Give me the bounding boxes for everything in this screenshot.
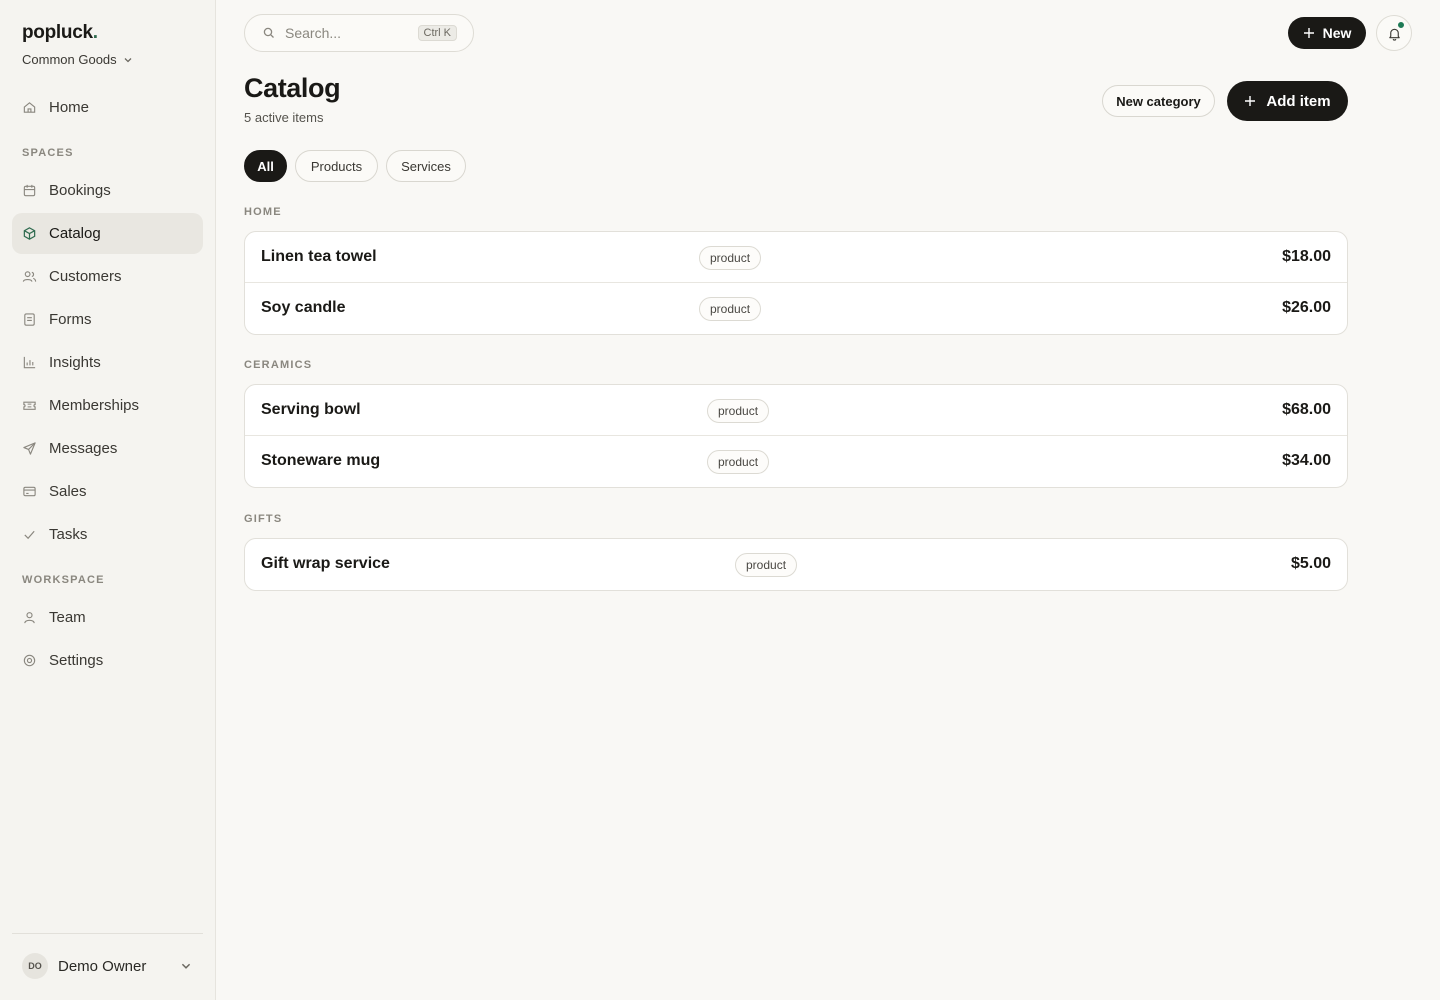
- brand-logo[interactable]: popluck.: [22, 22, 98, 44]
- sidebar-item-settings[interactable]: Settings: [12, 640, 203, 681]
- add-item-button[interactable]: Add item: [1227, 81, 1348, 121]
- group-label-ceramics: CERAMICS: [244, 359, 313, 371]
- workspace-switcher[interactable]: Common Goods: [22, 52, 133, 67]
- item-type-badge: product: [699, 246, 762, 270]
- item-type-badge: product: [735, 553, 798, 577]
- chart-icon: [22, 355, 37, 370]
- notifications-button[interactable]: [1376, 15, 1412, 51]
- avatar: DO: [22, 953, 48, 979]
- item-price: $18.00: [1282, 248, 1331, 265]
- item-name: Serving bowl: [261, 401, 361, 418]
- sidebar-item-label: Bookings: [49, 182, 111, 199]
- gear-icon: [22, 653, 37, 668]
- box-icon: [22, 226, 37, 241]
- shortcut-hint: Ctrl K: [417, 25, 457, 41]
- search-box[interactable]: Ctrl K: [244, 14, 474, 52]
- item-name: Soy candle: [261, 299, 346, 316]
- sidebar-item-home[interactable]: Home: [12, 87, 203, 128]
- table-row[interactable]: Soy candle product $26.00: [245, 283, 1347, 334]
- sidebar-item-label: Tasks: [49, 526, 88, 543]
- item-price: $68.00: [1282, 401, 1331, 418]
- chevron-down-icon: [181, 963, 191, 969]
- item-name: Stoneware mug: [261, 452, 381, 469]
- group-card-gifts: Gift wrap service product $5.00: [244, 538, 1348, 591]
- users-icon: [22, 269, 37, 284]
- form-icon: [22, 312, 37, 327]
- section-label-workspace: WORKSPACE: [22, 574, 105, 586]
- sidebar-item-messages[interactable]: Messages: [12, 428, 203, 469]
- group-card-ceramics: Serving bowl product $68.00 Stoneware mu…: [244, 384, 1348, 488]
- sidebar-item-team[interactable]: Team: [12, 597, 203, 638]
- filter-chip-services[interactable]: Services: [386, 150, 466, 182]
- new-button-label: New: [1322, 25, 1352, 41]
- group-label-gifts: GIFTS: [244, 513, 283, 525]
- table-row[interactable]: Linen tea towel product $18.00: [245, 232, 1347, 283]
- sidebar-item-label: Customers: [49, 268, 122, 285]
- calendar-icon: [22, 183, 37, 198]
- user-icon: [22, 610, 37, 625]
- table-row[interactable]: Serving bowl product $68.00: [245, 385, 1347, 436]
- check-icon: [22, 527, 37, 542]
- sidebar-item-sales[interactable]: Sales: [12, 471, 203, 512]
- item-type-badge: product: [699, 297, 762, 321]
- chevron-down-icon: [124, 57, 132, 62]
- workspace-name: Common Goods: [22, 52, 117, 67]
- sidebar-item-label: Forms: [49, 311, 92, 328]
- divider: [12, 933, 203, 934]
- plus-icon: [1303, 28, 1314, 38]
- sidebar-item-label: Catalog: [49, 225, 101, 242]
- new-category-button[interactable]: New category: [1102, 85, 1215, 117]
- table-row[interactable]: Gift wrap service product $5.00: [245, 539, 1347, 590]
- group-label-home: HOME: [244, 206, 282, 218]
- sidebar-item-tasks[interactable]: Tasks: [12, 514, 203, 555]
- filter-chip-products[interactable]: Products: [295, 150, 378, 182]
- send-icon: [22, 441, 37, 456]
- sidebar-item-label: Insights: [49, 354, 101, 371]
- page-title: Catalog: [244, 73, 341, 103]
- notification-dot: [1397, 21, 1405, 29]
- sidebar-item-bookings[interactable]: Bookings: [12, 170, 203, 211]
- sidebar-item-forms[interactable]: Forms: [12, 299, 203, 340]
- sidebar-item-label: Home: [49, 99, 90, 116]
- item-type-badge: product: [707, 450, 770, 474]
- filter-chip-all[interactable]: All: [244, 150, 287, 182]
- sidebar-item-label: Memberships: [49, 397, 140, 414]
- table-row[interactable]: Stoneware mug product $34.00: [245, 436, 1347, 487]
- sidebar-item-memberships[interactable]: Memberships: [12, 385, 203, 426]
- home-icon: [22, 100, 37, 115]
- new-button[interactable]: New: [1288, 17, 1366, 49]
- item-name: Gift wrap service: [261, 555, 390, 572]
- sidebar: popluck. Common Goods Home SPACES Bookin…: [0, 0, 216, 1000]
- ticket-icon: [22, 398, 37, 413]
- search-input[interactable]: [285, 25, 405, 41]
- sidebar-item-catalog[interactable]: Catalog: [12, 213, 203, 254]
- item-type-badge: product: [707, 399, 770, 423]
- item-price: $5.00: [1290, 555, 1331, 572]
- card-icon: [22, 484, 37, 499]
- sidebar-item-label: Settings: [49, 652, 104, 669]
- group-card-home: Linen tea towel product $18.00 Soy candl…: [244, 231, 1348, 335]
- page-subtitle: 5 active items: [244, 110, 324, 125]
- sidebar-item-insights[interactable]: Insights: [12, 342, 203, 383]
- search-icon: [263, 27, 274, 38]
- item-name: Linen tea towel: [261, 248, 377, 265]
- sidebar-item-customers[interactable]: Customers: [12, 256, 203, 297]
- user-name: Demo Owner: [58, 957, 147, 975]
- sidebar-item-label: Messages: [49, 440, 118, 457]
- sidebar-item-label: Sales: [49, 483, 87, 500]
- sidebar-item-label: Team: [49, 609, 86, 626]
- add-item-label: Add item: [1266, 92, 1331, 110]
- user-menu[interactable]: DO Demo Owner: [22, 952, 192, 980]
- plus-icon: [1245, 96, 1256, 106]
- item-price: $34.00: [1282, 452, 1331, 469]
- item-price: $26.00: [1282, 299, 1331, 316]
- section-label-spaces: SPACES: [22, 147, 74, 159]
